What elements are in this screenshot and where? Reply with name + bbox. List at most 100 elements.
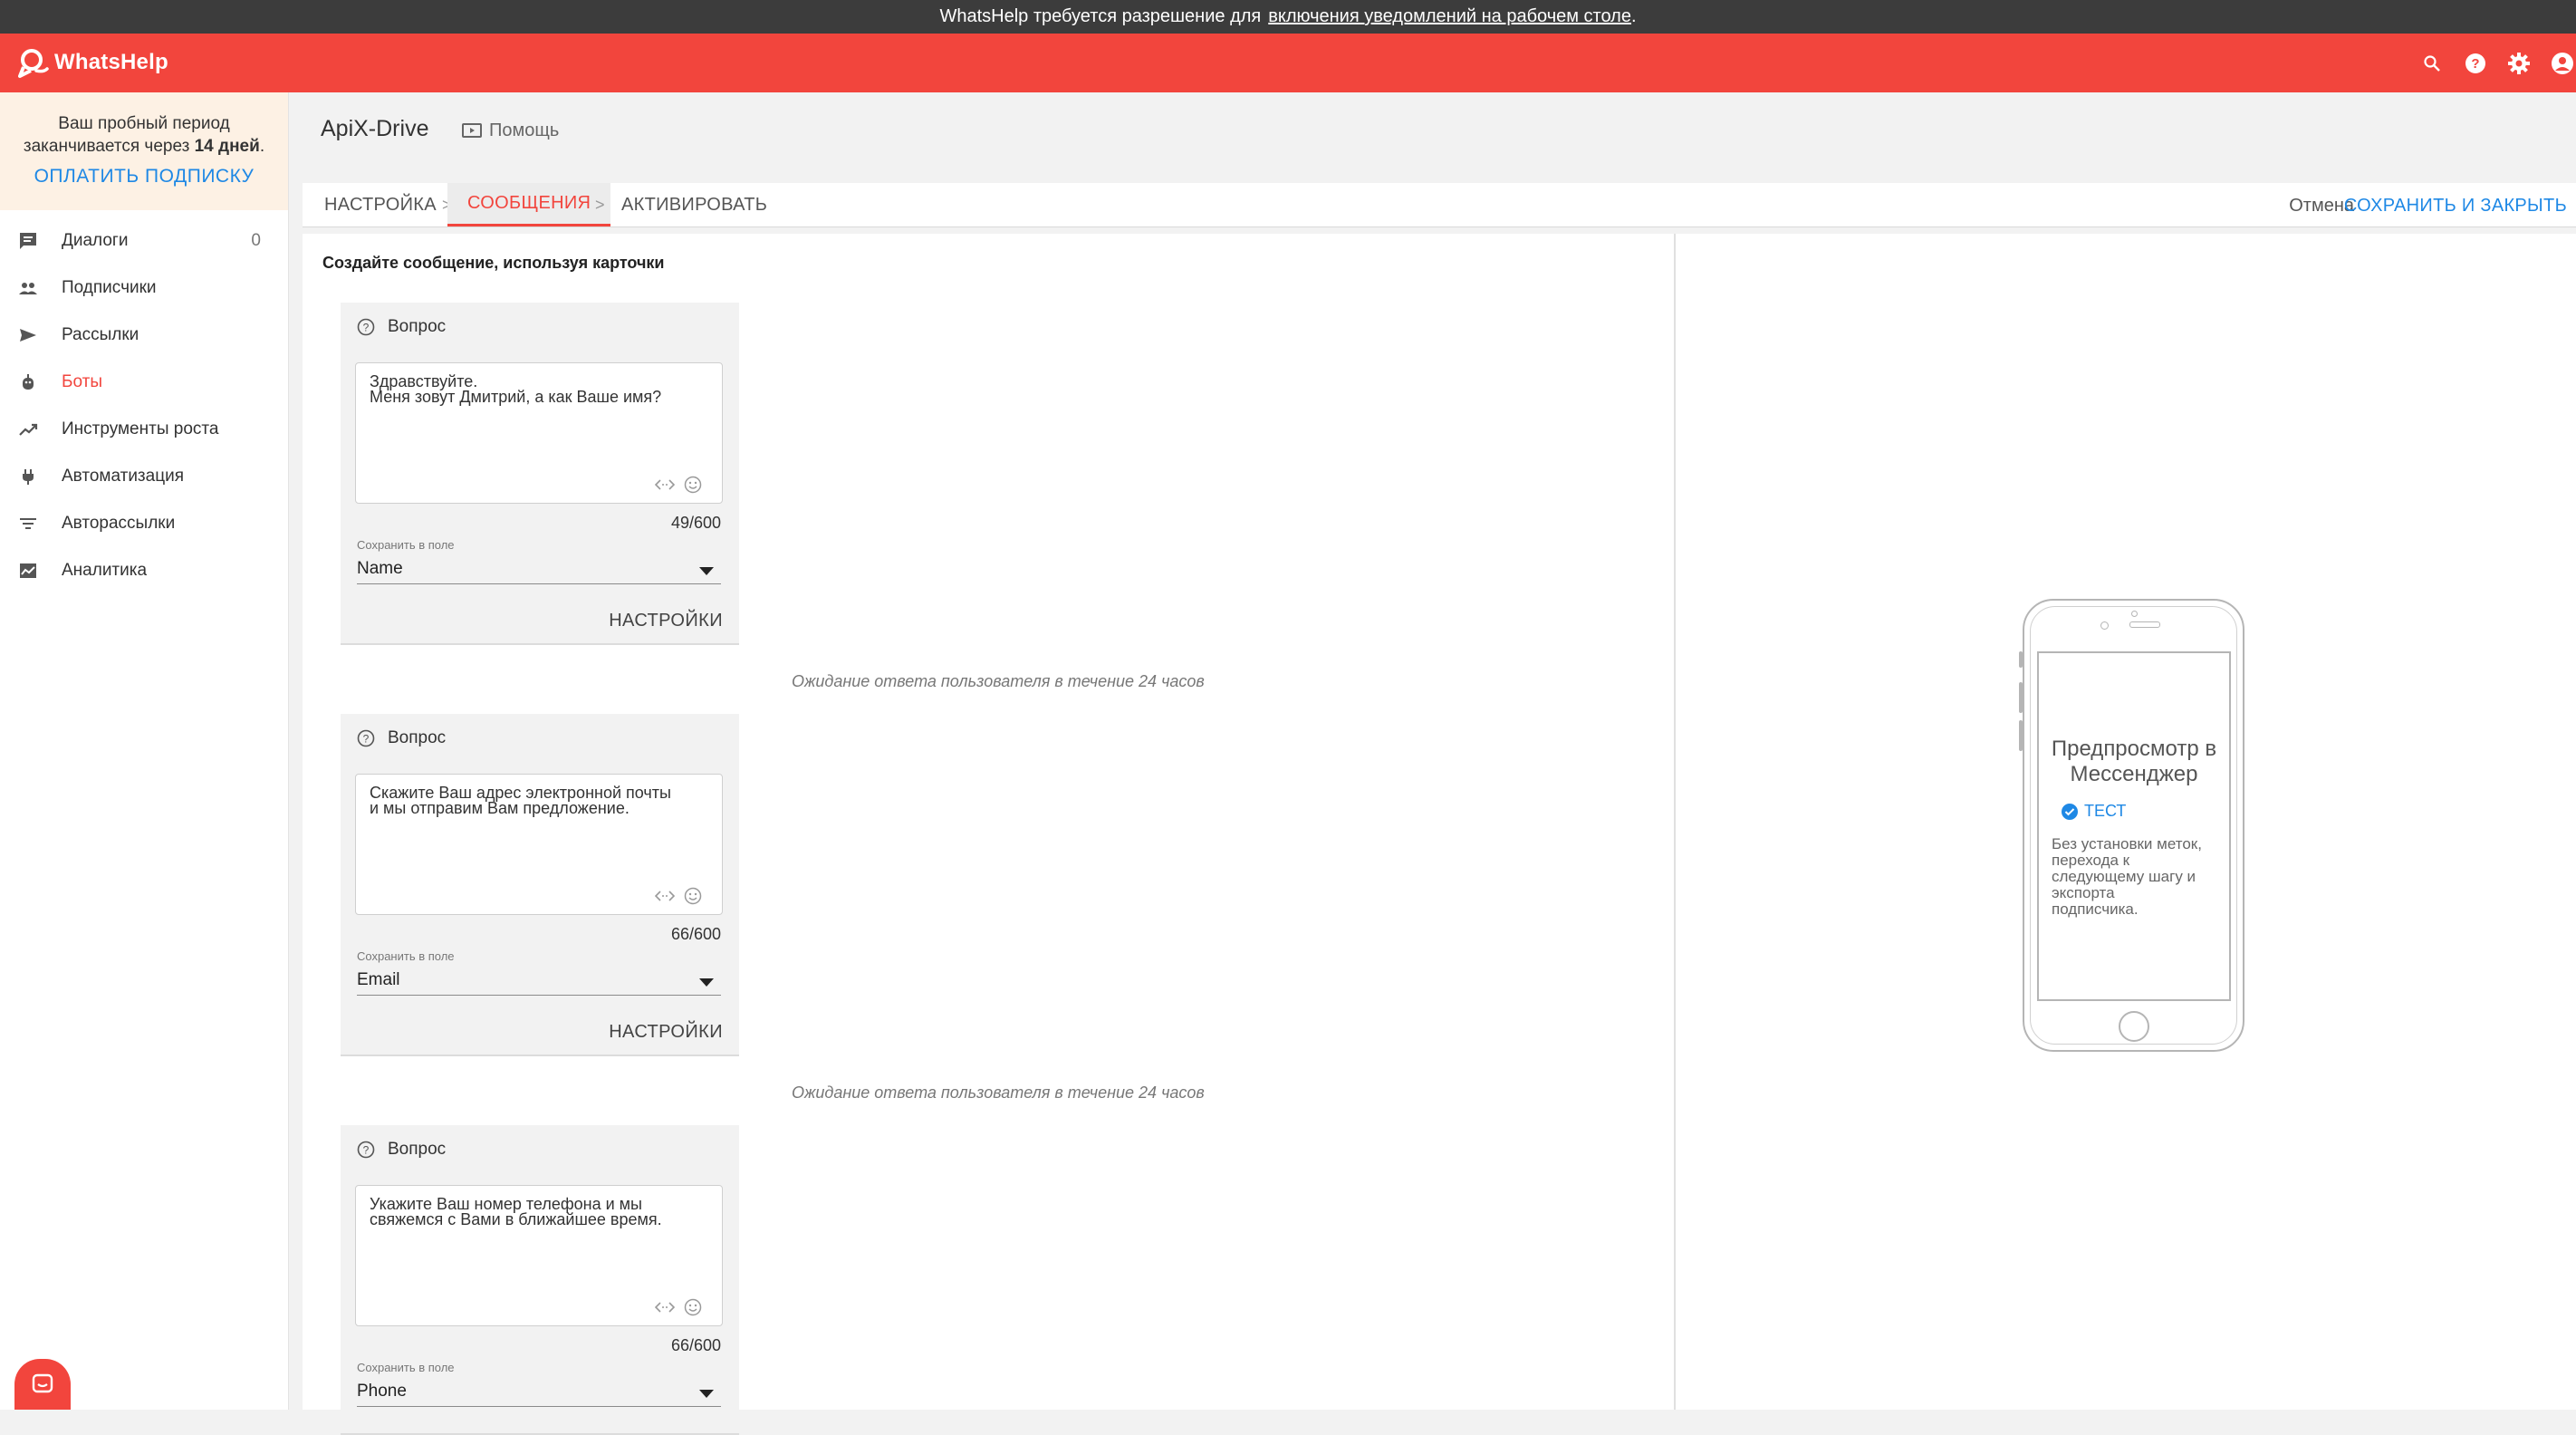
sidebar-item-autobroadcasts[interactable]: Авторассылки	[0, 500, 288, 547]
trial-banner: Ваш пробный период заканчивается через 1…	[0, 92, 288, 210]
variable-insert-icon[interactable]	[655, 478, 675, 491]
search-icon[interactable]	[2418, 50, 2446, 77]
preview-desc-line: перехода к	[2052, 852, 2130, 869]
sidebar-item-subscribers[interactable]: Подписчики	[0, 265, 288, 312]
card-header: ? Вопрос	[357, 728, 446, 748]
message-editor: Создайте сообщение, используя карточки ?…	[303, 234, 1675, 1435]
preview-desc-line: следующему шагу и	[2052, 868, 2196, 885]
tab-setup[interactable]: НАСТРОЙКА	[324, 183, 437, 226]
emoji-icon[interactable]	[684, 1298, 702, 1316]
emoji-icon[interactable]	[684, 887, 702, 905]
selected-field-value: Name	[357, 559, 403, 578]
preview-desc-line: Без установки меток,	[2052, 835, 2202, 852]
sidebar-item-label: Подписчики	[62, 278, 157, 297]
character-counter: 49/600	[670, 514, 721, 532]
video-help-icon	[462, 122, 482, 138]
sidebar-item-broadcasts[interactable]: Рассылки	[0, 312, 288, 359]
phone-sensor	[2131, 611, 2138, 617]
question-card: ? Вопрос Скажите Ваш адрес электронной п…	[341, 714, 739, 1056]
wait-for-reply-note: Ожидание ответа пользователя в течение 2…	[792, 1083, 1205, 1102]
filter-icon	[20, 518, 36, 529]
pay-subscription-link[interactable]: ОПЛАТИТЬ ПОДПИСКУ	[0, 165, 288, 188]
preview-title-line: Мессенджер	[2070, 762, 2198, 786]
card-header: ? Вопрос	[357, 1140, 446, 1160]
question-card: ? Вопрос Здравствуйте. Меня зовут Дмитри…	[341, 303, 739, 645]
message-textarea[interactable]: Здравствуйте. Меня зовут Дмитрий, а как …	[355, 362, 723, 504]
preview-title-line: Предпросмотр в	[2051, 737, 2217, 761]
preview-description: Без установки меток, перехода к следующе…	[2052, 836, 2220, 918]
sidebar: Ваш пробный период заканчивается через 1…	[0, 92, 289, 1410]
dropdown-arrow-icon	[699, 1390, 714, 1398]
app-header: WhatsHelp ?	[0, 34, 2576, 92]
card-type-label: Вопрос	[388, 1140, 447, 1159]
tab-messages[interactable]: СООБЩЕНИЯ	[447, 183, 611, 226]
card-settings-button[interactable]: НАСТРОЙКИ	[609, 1022, 723, 1043]
svg-text:?: ?	[363, 322, 370, 334]
phone-side-button	[2019, 682, 2023, 713]
page-title: ApiX-Drive	[321, 116, 429, 141]
preview-desc-line: экспорта	[2052, 884, 2115, 901]
save-to-field-select[interactable]: Name	[357, 556, 721, 584]
message-textarea[interactable]: Скажите Ваш адрес электронной почты и мы…	[355, 774, 723, 915]
dropdown-arrow-icon	[699, 978, 714, 987]
tab-activate[interactable]: АКТИВИРОВАТЬ	[621, 183, 767, 226]
sidebar-nav: Диалоги 0 Подписчики Рассылки Боты Инстр…	[0, 217, 288, 594]
message-textarea[interactable]: Укажите Ваш номер телефона и мы свяжемся…	[355, 1185, 723, 1326]
settings-icon[interactable]	[2505, 50, 2533, 77]
send-icon	[20, 329, 36, 342]
sidebar-item-label: Авторассылки	[62, 514, 176, 533]
svg-text:?: ?	[363, 733, 370, 746]
plug-icon	[23, 469, 34, 485]
card-type-label: Вопрос	[388, 317, 447, 336]
sidebar-item-automation[interactable]: Автоматизация	[0, 453, 288, 500]
sidebar-item-label: Автоматизация	[62, 467, 184, 486]
sidebar-item-label: Рассылки	[62, 325, 139, 344]
character-counter: 66/600	[670, 925, 721, 943]
save-to-field-select[interactable]: Phone	[357, 1379, 721, 1407]
check-circle-icon	[2062, 803, 2078, 820]
brand-name: WhatsHelp	[54, 50, 168, 74]
notification-text: WhatsHelp требуется разрешение для	[939, 6, 1262, 26]
brand-logo[interactable]: WhatsHelp	[18, 47, 168, 78]
preview-title: Предпросмотр в Мессенджер	[2039, 737, 2229, 787]
support-chat-button[interactable]	[14, 1359, 71, 1410]
sidebar-item-growth-tools[interactable]: Инструменты роста	[0, 406, 288, 453]
bot-icon	[23, 374, 34, 390]
growth-icon	[19, 423, 38, 436]
analytics-icon	[20, 563, 36, 578]
whatshelp-logo-icon	[18, 49, 49, 78]
phone-speaker	[2129, 621, 2160, 628]
sidebar-item-analytics[interactable]: Аналитика	[0, 547, 288, 594]
notification-text-end: .	[1630, 6, 1637, 26]
save-to-field-label: Сохранить в поле	[357, 949, 455, 963]
trial-text-line1: Ваш пробный период	[58, 114, 230, 133]
preview-desc-line: подписчика.	[2052, 900, 2139, 918]
question-icon: ?	[357, 1141, 375, 1159]
sidebar-item-bots[interactable]: Боты	[0, 359, 288, 406]
save-and-close-button[interactable]: СОХРАНИТЬ И ЗАКРЫТЬ	[2344, 196, 2567, 217]
save-to-field-select[interactable]: Email	[357, 968, 721, 996]
phone-preview: Предпросмотр в Мессенджер ТЕСТ Без устан…	[2019, 599, 2244, 1052]
svg-text:?: ?	[2471, 56, 2479, 72]
enable-notifications-link[interactable]: включения уведомлений на рабочем столе	[1268, 6, 1631, 27]
save-to-field-label: Сохранить в поле	[357, 1361, 455, 1374]
card-type-label: Вопрос	[388, 728, 447, 747]
trial-text-suffix: .	[259, 137, 265, 156]
message-line: и мы отправим Вам предложение.	[370, 799, 630, 817]
emoji-icon[interactable]	[684, 476, 702, 494]
sidebar-item-label: Боты	[62, 372, 102, 391]
sidebar-item-dialogs[interactable]: Диалоги 0	[0, 217, 288, 265]
test-button[interactable]: ТЕСТ	[2061, 802, 2126, 821]
variable-insert-icon[interactable]	[655, 890, 675, 902]
character-counter: 66/600	[670, 1336, 721, 1354]
card-settings-button[interactable]: НАСТРОЙКИ	[609, 611, 723, 631]
help-icon[interactable]: ?	[2462, 50, 2489, 77]
help-link[interactable]: Помощь	[462, 120, 559, 141]
sidebar-item-label: Диалоги	[62, 231, 129, 250]
wait-for-reply-note: Ожидание ответа пользователя в течение 2…	[792, 672, 1205, 690]
phone-camera	[2100, 621, 2109, 630]
dropdown-arrow-icon	[699, 567, 714, 575]
phone-screen: Предпросмотр в Мессенджер ТЕСТ Без устан…	[2037, 651, 2231, 1001]
account-icon[interactable]	[2549, 50, 2576, 77]
variable-insert-icon[interactable]	[655, 1301, 675, 1314]
